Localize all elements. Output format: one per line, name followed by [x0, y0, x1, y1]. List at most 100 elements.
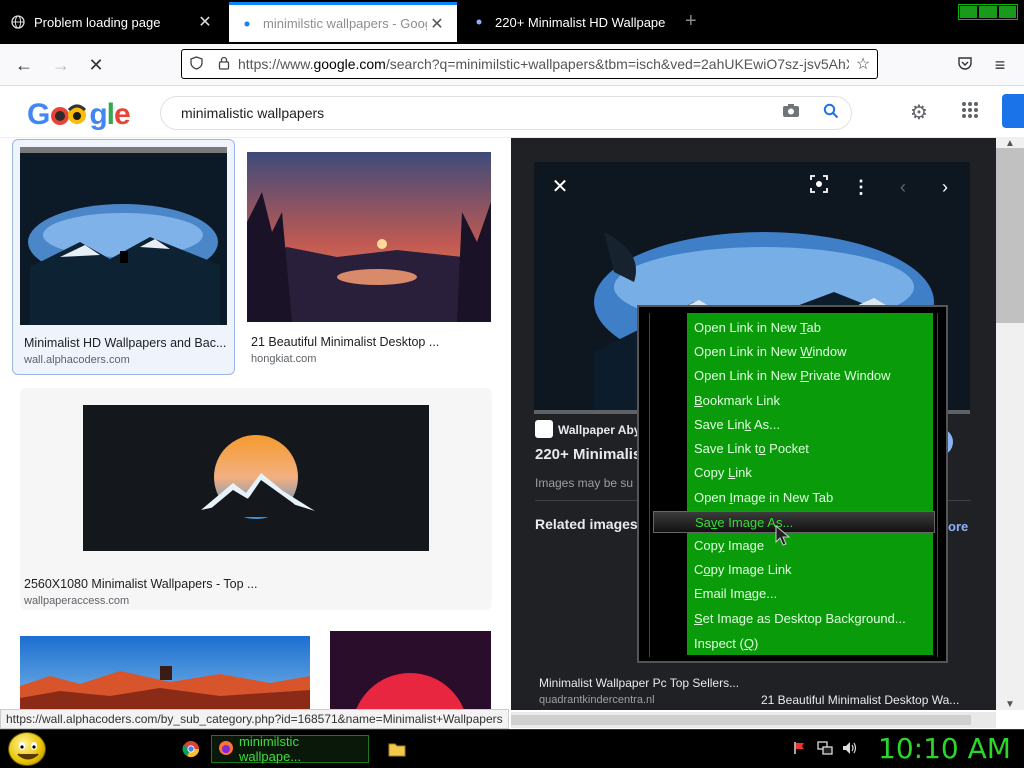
- forward-arrow-icon[interactable]: →: [49, 53, 73, 77]
- result-card-alphacoders[interactable]: Minimalist HD Wallpapers and Bac... wall…: [12, 139, 235, 375]
- result-title[interactable]: Minimalist HD Wallpapers and Bac...: [24, 336, 229, 350]
- volume-icon[interactable]: [842, 741, 858, 758]
- menu-item-accesskey: B: [694, 393, 703, 408]
- context-menu: Open Link in New Tab Open Link in New Win…: [637, 305, 948, 663]
- tab-label: minimilstic wallpapers - Google: [263, 16, 427, 31]
- tab-label: 220+ Minimalist HD Wallpapers: [495, 14, 666, 30]
- tab-wallpaper-abyss[interactable]: 220+ Minimalist HD Wallpapers: [461, 4, 676, 40]
- settings-gear-icon[interactable]: ⚙: [906, 100, 932, 126]
- menu-item-text: ink: [735, 465, 752, 480]
- menu-item-text: ookmark Link: [702, 393, 780, 408]
- preview-copyright-note: Images may be su: [535, 476, 634, 490]
- site-favicon: [535, 420, 553, 438]
- result-thumbnail[interactable]: [83, 405, 429, 551]
- scroll-down-arrow-icon[interactable]: ▼: [996, 699, 1024, 710]
- lock-icon[interactable]: [210, 56, 238, 73]
- result-title[interactable]: 2560X1080 Minimalist Wallpapers - Top ..…: [24, 577, 484, 591]
- menu-item-text: Pocket: [765, 441, 809, 456]
- result-title[interactable]: 21 Beautiful Minimalist Desktop ...: [251, 335, 491, 349]
- flag-notification-icon[interactable]: [793, 741, 807, 758]
- close-preview-icon[interactable]: ✕: [544, 171, 576, 203]
- pocket-icon[interactable]: [953, 53, 977, 77]
- more-related-link[interactable]: ore: [948, 519, 968, 534]
- menu-item-text: Save Link t: [694, 441, 759, 456]
- close-tab-icon[interactable]: ✕: [427, 14, 447, 34]
- address-bar[interactable]: https://www.google.com/search?q=minimils…: [181, 49, 878, 79]
- result-source[interactable]: wall.alphacoders.com: [24, 354, 130, 366]
- logo-letter: e: [114, 98, 131, 131]
- context-menu-item[interactable]: Copy Image: [694, 535, 764, 557]
- context-menu-item[interactable]: Save Image As...: [653, 511, 935, 533]
- menu-item-accesskey: W: [800, 344, 813, 359]
- context-menu-item[interactable]: Inspect (Q): [694, 633, 758, 655]
- result-thumbnail[interactable]: [330, 631, 491, 710]
- context-menu-item[interactable]: Open Link in New Tab: [694, 317, 821, 339]
- menu-item-text: Cop: [694, 538, 718, 553]
- scrollbar-thumb[interactable]: [511, 715, 971, 725]
- context-menu-item[interactable]: Copy Image Link: [694, 559, 792, 581]
- menu-item-text: Open Link in New: [694, 344, 801, 359]
- tab-google-search[interactable]: minimilstic wallpapers - Google ✕: [229, 2, 457, 42]
- preview-site-name[interactable]: Wallpaper Abys: [558, 423, 638, 437]
- bookmark-star-icon[interactable]: ☆: [849, 54, 877, 74]
- context-menu-item[interactable]: Copy Link: [694, 462, 752, 484]
- context-menu-item[interactable]: Email Image...: [694, 583, 777, 605]
- related-image-title[interactable]: Minimalist Wallpaper Pc Top Sellers...: [539, 676, 749, 690]
- result-card-hongkiat[interactable]: 21 Beautiful Minimalist Desktop ... hong…: [243, 139, 495, 375]
- google-logo[interactable]: Ggle: [27, 98, 131, 132]
- apps-grid-icon[interactable]: [957, 100, 983, 126]
- context-menu-item[interactable]: Open Link in New Private Window: [694, 365, 891, 387]
- scrollbar-thumb[interactable]: [996, 148, 1024, 323]
- desktop-screen: Problem loading page ✕ minimilstic wallp…: [0, 0, 1024, 768]
- shield-icon[interactable]: [182, 55, 210, 73]
- context-menu-item[interactable]: Open Image in New Tab: [694, 487, 833, 509]
- search-icon[interactable]: [811, 103, 851, 124]
- url-text: https://www.google.com/search?q=minimils…: [238, 56, 849, 72]
- context-menu-item[interactable]: Set Image as Desktop Background...: [694, 608, 906, 630]
- task-label: minimilstic wallpape...: [239, 734, 302, 764]
- menu-item-text: rivate Window: [808, 368, 891, 383]
- tab-problem-loading[interactable]: Problem loading page ✕: [0, 4, 225, 40]
- result-thumbnail[interactable]: [247, 152, 491, 322]
- menu-item-text: ): [753, 636, 759, 651]
- menu-item-text: indow: [812, 344, 847, 359]
- result-source[interactable]: hongkiat.com: [251, 353, 316, 365]
- hamburger-menu-icon[interactable]: ≡: [988, 53, 1012, 77]
- result-card-wallpaperaccess[interactable]: 2560X1080 Minimalist Wallpapers - Top ..…: [20, 388, 492, 610]
- chrome-taskbar-icon[interactable]: [176, 735, 206, 763]
- related-image-title[interactable]: 21 Beautiful Minimalist Desktop Wa...: [761, 693, 971, 707]
- search-box[interactable]: minimalistic wallpapers: [160, 96, 852, 130]
- tab-strip: Problem loading page ✕ minimilstic wallp…: [0, 0, 1024, 44]
- sign-in-button[interactable]: [1002, 94, 1024, 128]
- menu-item-text: Copy: [694, 465, 728, 480]
- menu-item-text: Open Link in New: [694, 368, 801, 383]
- context-menu-item[interactable]: Save Link to Pocket: [694, 438, 809, 460]
- related-images-heading: Related images: [535, 516, 638, 532]
- firefox-taskbar-button[interactable]: minimilstic wallpape...: [211, 734, 369, 764]
- result-thumbnail[interactable]: [20, 147, 227, 325]
- network-icon[interactable]: [817, 741, 833, 758]
- start-menu-smiley-icon[interactable]: [8, 732, 46, 766]
- context-menu-item[interactable]: Save Link As...: [694, 414, 780, 436]
- close-tab-icon[interactable]: ✕: [195, 12, 215, 32]
- result-thumbnail[interactable]: [20, 636, 310, 710]
- previous-image-icon[interactable]: ‹: [887, 171, 919, 203]
- new-tab-button[interactable]: +: [685, 10, 697, 33]
- related-image-source[interactable]: quadrantkindercentra.nl: [539, 694, 655, 706]
- result-source[interactable]: wallpaperaccess.com: [24, 595, 129, 607]
- visual-search-icon[interactable]: [803, 171, 835, 203]
- menu-item-text: et Image as Desktop Background...: [702, 611, 906, 626]
- file-manager-icon[interactable]: [382, 735, 412, 763]
- taskbar-clock[interactable]: 10:10 AM: [878, 732, 1011, 765]
- horizontal-scrollbar[interactable]: [511, 712, 996, 728]
- next-image-icon[interactable]: ›: [929, 171, 961, 203]
- vertical-scrollbar[interactable]: ▲ ▼: [996, 138, 1024, 710]
- more-options-icon[interactable]: ⋮: [845, 171, 877, 203]
- search-input[interactable]: minimalistic wallpapers: [181, 105, 771, 121]
- back-arrow-icon[interactable]: ←: [12, 53, 36, 77]
- stop-loading-icon[interactable]: ✕: [84, 53, 108, 77]
- preview-title[interactable]: 220+ Minimalis: [535, 446, 640, 463]
- context-menu-item[interactable]: Bookmark Link: [694, 390, 780, 412]
- context-menu-item[interactable]: Open Link in New Window: [694, 341, 846, 363]
- camera-icon[interactable]: [771, 103, 811, 123]
